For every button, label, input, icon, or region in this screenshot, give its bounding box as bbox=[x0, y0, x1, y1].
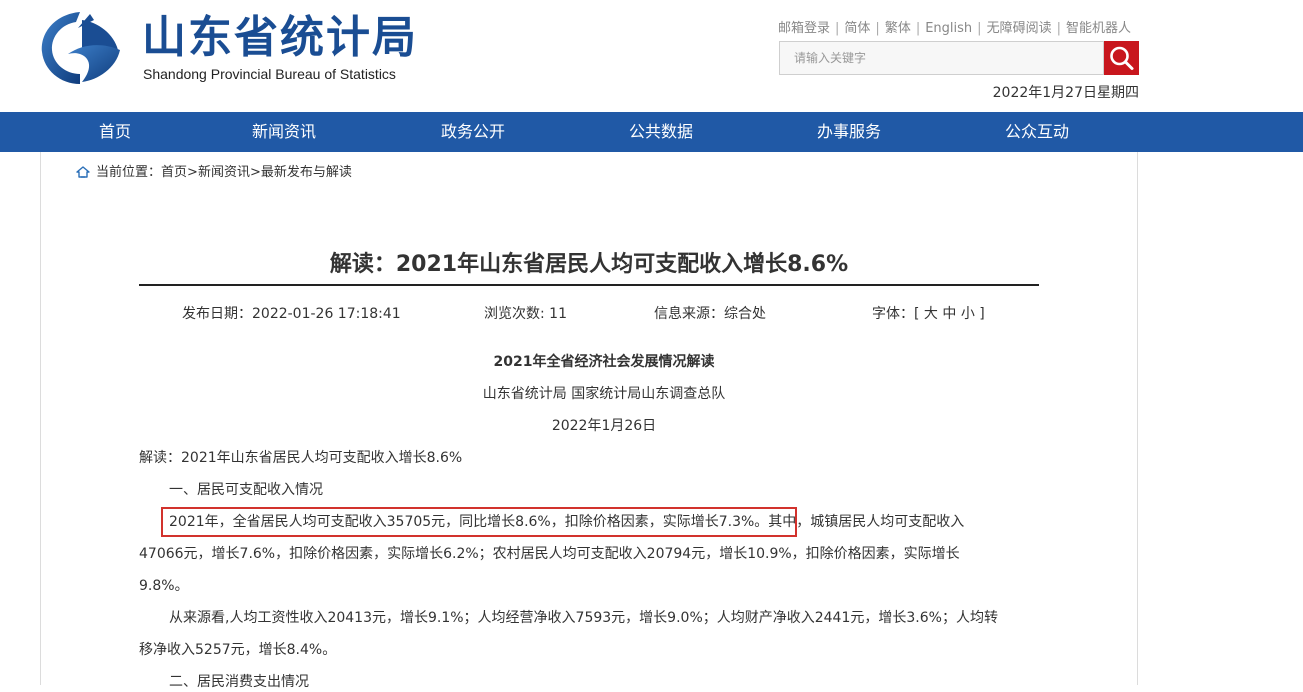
link-separator: | bbox=[915, 21, 921, 36]
article-date: 2022年1月26日 bbox=[551, 418, 657, 434]
breadcrumb-separator: > bbox=[187, 165, 198, 180]
search-box bbox=[779, 41, 1139, 75]
article-subtitle: 2021年全省经济社会发展情况解读 bbox=[493, 354, 715, 370]
article-title: 解读：2021年山东省居民人均可支配收入增长8.6% bbox=[329, 252, 849, 277]
nav-item-news[interactable]: 新闻资讯 bbox=[252, 112, 316, 152]
title-divider bbox=[139, 284, 1039, 286]
view-count: 浏览次数: 11 bbox=[484, 306, 567, 322]
section-heading: 一、居民可支配收入情况 bbox=[169, 482, 323, 498]
nav-item-public-data[interactable]: 公共数据 bbox=[629, 112, 693, 152]
font-size-bracket: ] bbox=[979, 306, 985, 322]
nav-item-services[interactable]: 办事服务 bbox=[817, 112, 881, 152]
nav-item-home[interactable]: 首页 bbox=[99, 112, 131, 152]
accessible-reading-link[interactable]: 无障碍阅读 bbox=[987, 21, 1052, 36]
search-input[interactable] bbox=[779, 41, 1104, 75]
home-icon bbox=[76, 165, 90, 178]
section-heading: 二、居民消费支出情况 bbox=[169, 674, 309, 690]
article-paragraph: 移净收入5257元，增长8.4%。 bbox=[139, 642, 337, 658]
nav-item-government-affairs[interactable]: 政务公开 bbox=[441, 112, 505, 152]
breadcrumb: 当前位置：首页>新闻资讯>最新发布与解读 bbox=[76, 163, 352, 183]
simplified-chinese-link[interactable]: 简体 bbox=[844, 21, 870, 36]
english-link[interactable]: English bbox=[925, 21, 972, 36]
font-large-button[interactable]: 大 bbox=[924, 306, 938, 322]
font-small-button[interactable]: 小 bbox=[961, 306, 975, 322]
smart-robot-link[interactable]: 智能机器人 bbox=[1066, 21, 1131, 36]
article-paragraph: 从来源看,人均工资性收入20413元，增长9.1%；人均经营净收入7593元，增… bbox=[169, 610, 998, 626]
font-size-label: 字体：[ bbox=[872, 306, 920, 322]
article-paragraph: 47066元，增长7.6%，扣除价格因素，实际增长6.2%；农村居民人均可支配收… bbox=[139, 546, 960, 562]
link-separator: | bbox=[977, 21, 982, 36]
breadcrumb-separator: > bbox=[249, 165, 261, 180]
breadcrumb-prefix: 当前位置： bbox=[96, 165, 162, 180]
publish-date: 发布日期：2022-01-26 17:18:41 bbox=[182, 306, 401, 322]
top-links: 邮箱登录 | 简体 | 繁体 | English | 无障碍阅读 | 智能机器人 bbox=[778, 17, 1131, 36]
link-separator: | bbox=[835, 21, 840, 36]
main-nav: 首页 新闻资讯 政务公开 公共数据 办事服务 公众互动 bbox=[0, 112, 1303, 152]
link-separator: | bbox=[875, 21, 880, 36]
breadcrumb-latest-link[interactable]: 最新发布与解读 bbox=[261, 165, 352, 180]
breadcrumb-home-link[interactable]: 首页 bbox=[161, 165, 187, 180]
article-paragraph: 9.8%。 bbox=[139, 578, 189, 594]
search-icon bbox=[1110, 46, 1134, 70]
info-source: 信息来源：综合处 bbox=[654, 306, 766, 322]
bureau-logo-icon[interactable] bbox=[38, 10, 122, 86]
font-medium-button[interactable]: 中 bbox=[942, 306, 956, 322]
highlight-box bbox=[161, 507, 797, 537]
article-author: 山东省统计局 国家统计局山东调查总队 bbox=[482, 386, 726, 402]
site-logo-title: 山东省统计局 bbox=[142, 12, 418, 63]
mail-login-link[interactable]: 邮箱登录 bbox=[778, 21, 830, 36]
site-header: 山东省统计局 Shandong Provincial Bureau of Sta… bbox=[0, 0, 1303, 112]
breadcrumb-news-link[interactable]: 新闻资讯 bbox=[198, 165, 250, 180]
traditional-chinese-link[interactable]: 繁体 bbox=[885, 21, 911, 36]
search-button[interactable] bbox=[1104, 41, 1139, 75]
current-date: 2022年1月27日星期四 bbox=[992, 85, 1139, 101]
font-size-control: 字体：[ 大 中 小 ] bbox=[872, 304, 985, 324]
link-separator: | bbox=[1056, 21, 1061, 36]
site-logo-subtitle: Shandong Provincial Bureau of Statistics bbox=[143, 66, 396, 82]
article-paragraph: 解读：2021年山东省居民人均可支配收入增长8.6% bbox=[139, 450, 463, 466]
nav-item-public-interaction[interactable]: 公众互动 bbox=[1005, 112, 1069, 152]
